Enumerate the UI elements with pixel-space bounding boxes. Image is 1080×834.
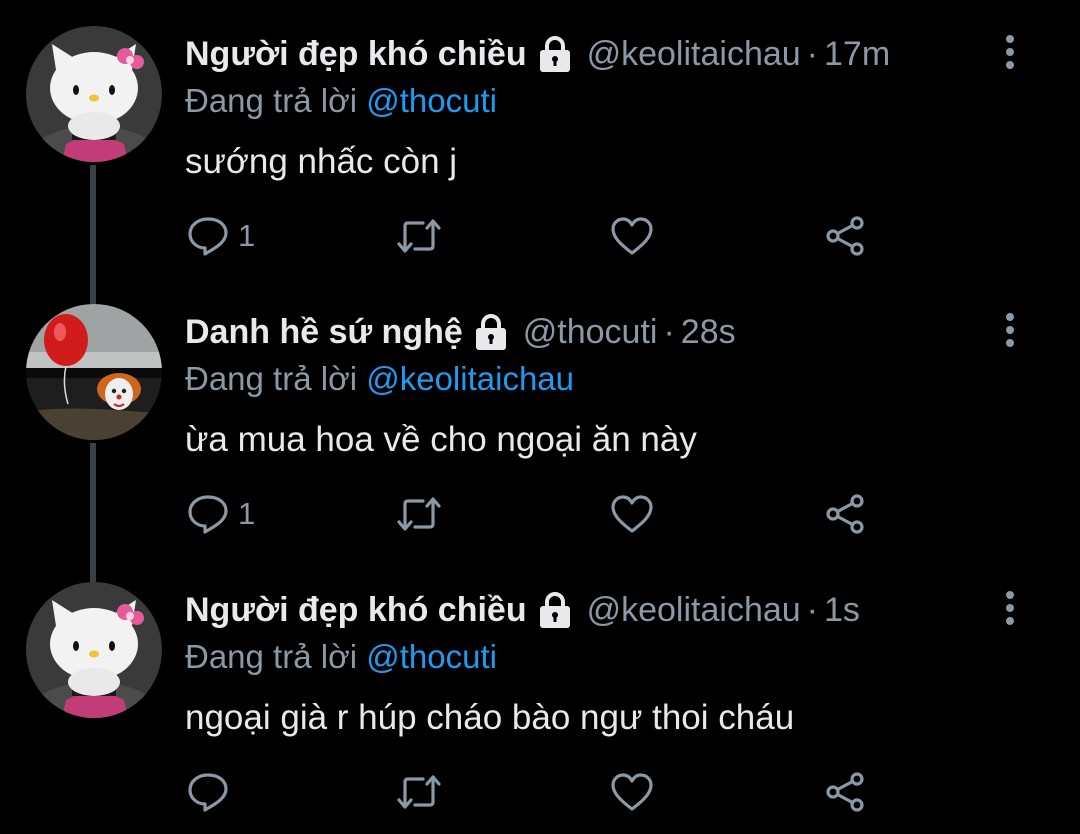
user-handle[interactable]: @keolitaichau bbox=[587, 35, 801, 74]
retweet-button[interactable] bbox=[395, 214, 443, 258]
tweet-header: Người đẹp khó chiều @keolitaichau · 1s bbox=[185, 590, 860, 630]
tweet-text: ngoại già r húp cháo bào ngư thoi cháu bbox=[185, 698, 795, 737]
share-icon bbox=[823, 214, 867, 258]
separator-dot: · bbox=[806, 34, 818, 73]
share-icon bbox=[823, 770, 867, 814]
share-icon bbox=[823, 492, 867, 536]
tweet-header: Người đẹp khó chiều @keolitaichau · 17m bbox=[185, 34, 890, 74]
mention-link[interactable]: @keolitaichau bbox=[366, 360, 574, 397]
retweet-icon bbox=[395, 492, 443, 536]
tweet[interactable]: Danh hề sứ nghệ @thocuti · 28s Đang trả … bbox=[0, 278, 1080, 556]
reply-button[interactable]: 1 bbox=[186, 492, 255, 536]
replying-to: Đang trả lời @keolitaichau bbox=[185, 360, 574, 398]
reply-count: 1 bbox=[238, 218, 256, 253]
lock-icon bbox=[537, 591, 573, 629]
tweet-text: ừa mua hoa về cho ngoại ăn này bbox=[185, 420, 697, 459]
share-button[interactable] bbox=[823, 492, 867, 536]
replying-label: Đang trả lời bbox=[185, 360, 358, 397]
timestamp[interactable]: 1s bbox=[824, 591, 860, 630]
tweet-text: sướng nhấc còn j bbox=[185, 142, 458, 181]
replying-to: Đang trả lời @thocuti bbox=[185, 638, 497, 676]
reply-count: 1 bbox=[238, 496, 256, 531]
heart-icon bbox=[610, 214, 654, 258]
reply-button[interactable]: 1 bbox=[186, 214, 255, 258]
action-bar: 1 bbox=[0, 214, 1080, 262]
action-bar: 1 bbox=[0, 492, 1080, 540]
heart-icon bbox=[610, 770, 654, 814]
reply-button[interactable] bbox=[186, 770, 238, 814]
retweet-icon bbox=[395, 214, 443, 258]
display-name[interactable]: Danh hề sứ nghệ bbox=[185, 313, 463, 352]
like-button[interactable] bbox=[610, 770, 654, 814]
more-vertical-icon[interactable] bbox=[998, 312, 1022, 348]
share-button[interactable] bbox=[823, 770, 867, 814]
user-handle[interactable]: @keolitaichau bbox=[587, 591, 801, 630]
replying-label: Đang trả lời bbox=[185, 82, 358, 119]
action-bar bbox=[0, 770, 1080, 818]
heart-icon bbox=[610, 492, 654, 536]
like-button[interactable] bbox=[610, 214, 654, 258]
avatar[interactable] bbox=[26, 26, 162, 162]
retweet-button[interactable] bbox=[395, 492, 443, 536]
tweet[interactable]: Người đẹp khó chiều @keolitaichau · 17m … bbox=[0, 0, 1080, 278]
separator-dot: · bbox=[663, 312, 675, 351]
timestamp[interactable]: 17m bbox=[824, 35, 890, 74]
user-handle[interactable]: @thocuti bbox=[523, 313, 658, 352]
reply-icon bbox=[186, 770, 230, 814]
reply-icon bbox=[186, 214, 230, 258]
tweet[interactable]: Người đẹp khó chiều @keolitaichau · 1s Đ… bbox=[0, 556, 1080, 834]
replying-label: Đang trả lời bbox=[185, 638, 358, 675]
separator-dot: · bbox=[806, 590, 818, 629]
more-vertical-icon[interactable] bbox=[998, 34, 1022, 70]
lock-icon bbox=[473, 313, 509, 351]
avatar[interactable] bbox=[26, 582, 162, 718]
timestamp[interactable]: 28s bbox=[681, 313, 736, 352]
reply-icon bbox=[186, 492, 230, 536]
retweet-icon bbox=[395, 770, 443, 814]
replying-to: Đang trả lời @thocuti bbox=[185, 82, 497, 120]
mention-link[interactable]: @thocuti bbox=[366, 82, 497, 119]
mention-link[interactable]: @thocuti bbox=[366, 638, 497, 675]
display-name[interactable]: Người đẹp khó chiều bbox=[185, 35, 527, 74]
avatar[interactable] bbox=[26, 304, 162, 440]
like-button[interactable] bbox=[610, 492, 654, 536]
tweet-header: Danh hề sứ nghệ @thocuti · 28s bbox=[185, 312, 736, 352]
lock-icon bbox=[537, 35, 573, 73]
retweet-button[interactable] bbox=[395, 770, 443, 814]
more-vertical-icon[interactable] bbox=[998, 590, 1022, 626]
display-name[interactable]: Người đẹp khó chiều bbox=[185, 591, 527, 630]
share-button[interactable] bbox=[823, 214, 867, 258]
